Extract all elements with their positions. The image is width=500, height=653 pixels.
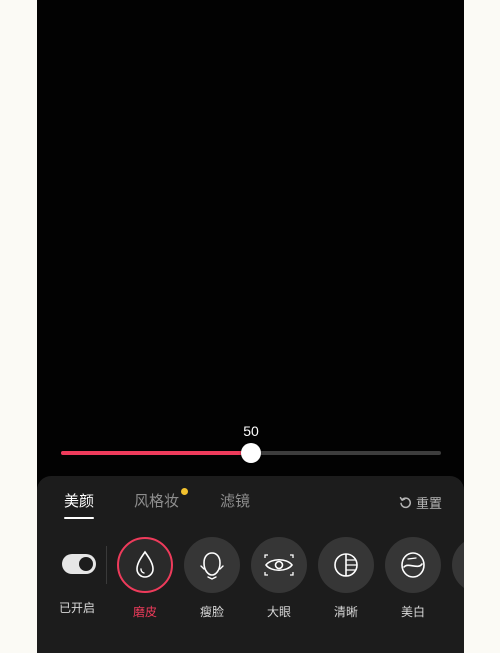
tool-label: 美白 [400, 605, 425, 619]
tool-label: 磨皮 [132, 605, 157, 619]
toggle-knob [79, 557, 93, 571]
camera-preview [37, 0, 464, 476]
eye-icon [264, 554, 294, 576]
active-tab-underline [64, 517, 94, 519]
tool-big-eyes[interactable]: 大眼 [250, 537, 308, 620]
tool-whiten[interactable]: 美白 [384, 537, 442, 620]
reset-label: 重置 [416, 497, 443, 512]
tool-circle [318, 537, 374, 593]
tool-circle [251, 537, 307, 593]
tool-label: 瘦脸 [199, 605, 224, 619]
tab-beauty[interactable]: 美颜 [64, 490, 94, 511]
new-badge-dot [181, 488, 188, 495]
tool-circle [184, 537, 240, 593]
toggle-switch[interactable] [62, 554, 96, 574]
tool-clarity[interactable]: 清晰 [317, 537, 375, 620]
tool-label: 清晰 [333, 605, 358, 619]
droplet-icon [136, 550, 154, 578]
phone-screen: 50 美颜 风格妆 滤镜 重置 已开启 磨皮 瘦脸 大眼 清晰 美白 [37, 0, 464, 653]
reset-button[interactable]: 重置 [399, 493, 442, 512]
beauty-toggle[interactable] [59, 554, 99, 574]
contrast-icon [334, 553, 358, 577]
tool-more[interactable] [451, 537, 464, 593]
tool-circle [452, 537, 464, 593]
beauty-panel: 美颜 风格妆 滤镜 重置 已开启 磨皮 瘦脸 大眼 清晰 美白 [37, 476, 464, 653]
tool-slim-face[interactable]: 瘦脸 [183, 537, 241, 620]
slider-fill [61, 451, 251, 455]
face-icon [200, 552, 224, 580]
tool-circle [385, 537, 441, 593]
reset-icon [399, 496, 412, 509]
tool-label: 大眼 [266, 605, 291, 619]
slider-thumb[interactable] [241, 443, 261, 463]
tool-smooth-skin[interactable]: 磨皮 [116, 537, 174, 620]
tab-filter[interactable]: 滤镜 [220, 490, 250, 511]
divider [106, 546, 107, 584]
slider-value: 50 [243, 423, 259, 439]
intensity-slider[interactable] [61, 443, 441, 463]
whiten-icon [401, 552, 425, 578]
toggle-label: 已开启 [59, 601, 96, 615]
tool-circle [117, 537, 173, 593]
tab-style-makeup[interactable]: 风格妆 [134, 490, 179, 511]
